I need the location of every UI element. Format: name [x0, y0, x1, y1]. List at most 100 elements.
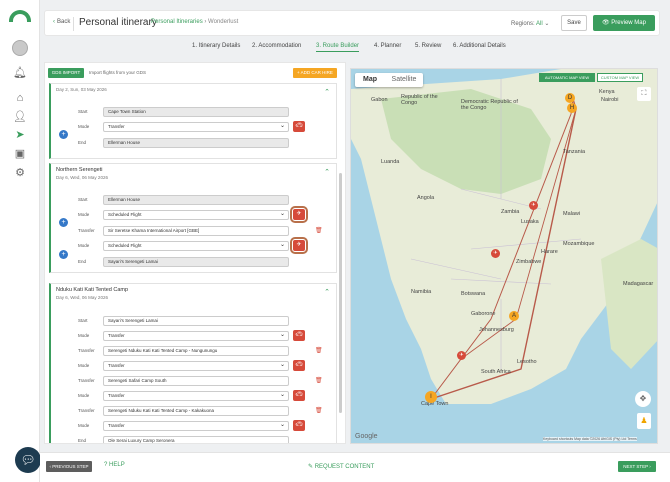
mode-label: Mode — [78, 363, 90, 368]
transfer-field[interactable]: Serengeti Nduku Kati Kati Tented Camp - … — [103, 346, 289, 356]
transfer-field[interactable]: Serengeti Nduku Kati Kati Tented Camp - … — [103, 406, 289, 416]
regions-value[interactable]: All — [536, 21, 543, 27]
map-label: Luanda — [381, 159, 400, 165]
save-button[interactable]: Save — [561, 15, 587, 31]
back-link[interactable]: ‹ Back — [53, 19, 70, 25]
chevron-up-icon[interactable]: ⌃ — [324, 88, 330, 96]
route-map[interactable]: Kenya Gabon Republic of the Congo Democr… — [350, 68, 658, 444]
map-type-toggle: Map Satellite — [355, 73, 423, 87]
map-label: Malawi — [563, 211, 581, 217]
users-icon[interactable]: 👤︎ — [13, 110, 27, 124]
previous-step-button[interactable]: ‹ PREVIOUS STEP — [46, 461, 92, 472]
add-stop-icon[interactable]: + — [59, 250, 68, 259]
map-label: Harare — [541, 249, 558, 255]
card-date: Day 6, Wed, 06 May 2026 — [56, 175, 108, 180]
mode-select[interactable]: Transfer — [103, 421, 289, 431]
plane-icon[interactable]: ✈ — [290, 206, 308, 223]
marker-a[interactable]: A — [509, 311, 519, 321]
map-tab-satellite[interactable]: Satellite — [385, 73, 423, 87]
scrollbar[interactable] — [339, 173, 342, 413]
start-field[interactable]: Cape Town Station — [103, 107, 289, 117]
marker-i[interactable]: I — [425, 391, 437, 403]
request-content-label: REQUEST CONTENT — [314, 464, 375, 470]
start-label: Start — [78, 109, 88, 114]
custom-map-view-button[interactable]: CUSTOM MAP VIEW — [597, 73, 643, 82]
tab-itinerary-details[interactable]: 1. Itinerary Details — [192, 43, 240, 49]
car-icon[interactable]: 🚗︎ — [293, 121, 305, 132]
mode-select[interactable]: Scheduled Flight — [103, 241, 289, 251]
car-icon[interactable]: 🚗︎ — [293, 360, 305, 371]
start-field[interactable]: Ellerman House — [103, 195, 289, 205]
add-stop-icon[interactable]: + — [59, 130, 68, 139]
gear-icon[interactable]: ⚙ — [13, 166, 27, 180]
map-label: Gabon — [371, 97, 388, 103]
send-icon[interactable]: ➤ — [13, 128, 27, 142]
pencil-icon: ✎ — [308, 464, 314, 470]
logo-icon[interactable] — [9, 10, 31, 22]
compass-icon[interactable]: ✥ — [635, 391, 651, 407]
mode-select[interactable]: Transfer — [103, 361, 289, 371]
mode-select[interactable]: Transfer — [103, 122, 289, 132]
marker-h[interactable]: H — [567, 103, 577, 113]
plane-marker-icon[interactable]: ✈ — [457, 351, 466, 360]
card-date: Day 2, Sun, 03 May 2026 — [56, 87, 107, 92]
request-content-link[interactable]: ✎ REQUEST CONTENT — [308, 463, 374, 470]
tab-route-builder[interactable]: 3. Route Builder — [316, 43, 360, 52]
help-link[interactable]: ? HELP — [104, 462, 125, 468]
map-label: Kenya — [599, 89, 615, 95]
chevron-up-icon[interactable]: ⌃ — [324, 288, 330, 296]
mode-select[interactable]: Transfer — [103, 331, 289, 341]
transfer-field[interactable]: Sir Seretse Khama International Airport … — [103, 226, 289, 236]
map-label: South Africa — [481, 369, 511, 375]
next-step-button[interactable]: NEXT STEP › — [618, 461, 656, 472]
trash-icon[interactable]: 🗑︎ — [315, 347, 323, 354]
mode-label: Mode — [78, 212, 90, 217]
plane-marker-icon[interactable]: ✈ — [491, 249, 500, 258]
end-label: End — [78, 438, 87, 443]
trash-icon[interactable]: 🗑︎ — [315, 407, 323, 414]
end-field[interactable]: Sayari's Serengeti Lamai — [103, 257, 289, 267]
regions-filter[interactable]: Regions: All ⌄ — [511, 20, 549, 27]
map-attribution[interactable]: Keyboard shortcuts Map data ©2026 AfriGI… — [543, 437, 637, 441]
trash-icon[interactable]: 🗑︎ — [315, 227, 323, 234]
mode-select[interactable]: Transfer — [103, 391, 289, 401]
add-car-hire-button[interactable]: + ADD CAR HIRE — [293, 68, 337, 78]
car-icon[interactable]: 🚗︎ — [293, 330, 305, 341]
transfer-field[interactable]: Serengeti Safari Camp South — [103, 376, 289, 386]
map-label: Cape Town — [421, 401, 449, 407]
street-view-icon[interactable]: ♟ — [637, 413, 651, 429]
avatar[interactable] — [12, 40, 28, 56]
tab-accommodation[interactable]: 2. Accommodation — [252, 43, 301, 49]
map-label: Lesotho — [517, 359, 537, 365]
chat-icon[interactable]: 💬︎ — [15, 447, 41, 473]
map-tab-map[interactable]: Map — [355, 73, 385, 87]
image-icon[interactable]: ▣ — [13, 147, 27, 161]
automatic-map-view-button[interactable]: AUTOMATIC MAP VIEW — [539, 73, 595, 82]
mode-select[interactable]: Scheduled Flight — [103, 210, 289, 220]
car-icon[interactable]: 🚗︎ — [293, 390, 305, 401]
add-stop-icon[interactable]: + — [59, 218, 68, 227]
route-card-1: Day 2, Sun, 03 May 2026 ⌃ Start Cape Tow… — [49, 83, 337, 159]
end-field[interactable]: Ole Serai Luxury Camp Seronera — [103, 436, 289, 443]
end-field[interactable]: Ellerman House — [103, 138, 289, 148]
plane-marker-icon[interactable]: ✈ — [529, 201, 538, 210]
bell-icon[interactable]: 🔔︎ — [13, 66, 27, 80]
breadcrumb-parent[interactable]: Personal Itineraries — [151, 19, 203, 25]
car-icon[interactable]: 🚗︎ — [293, 420, 305, 431]
preview-map-button[interactable]: 👁︎ Preview Map — [593, 15, 655, 31]
gds-import-button[interactable]: GDS IMPORT — [48, 68, 84, 78]
card-title: Nduku Kati Kati Tented Camp — [56, 287, 129, 293]
start-field[interactable]: Sayari's Serengeti Lamai — [103, 316, 289, 326]
step-tabs: 1. Itinerary Details 2. Accommodation 3.… — [44, 40, 660, 56]
plane-icon[interactable]: ✈ — [290, 237, 308, 254]
chevron-up-icon[interactable]: ⌃ — [324, 168, 330, 176]
trash-icon[interactable]: 🗑︎ — [315, 377, 323, 384]
marker-d[interactable]: D — [565, 93, 575, 103]
tab-review[interactable]: 5. Review — [415, 43, 441, 49]
tab-planner[interactable]: 4. Planner — [374, 43, 401, 49]
tab-additional-details[interactable]: 6. Additional Details — [453, 43, 506, 49]
fullscreen-icon[interactable]: ⛶ — [637, 87, 651, 101]
map-label: Madagascar — [623, 281, 654, 287]
chevron-left-icon: ‹ — [53, 19, 55, 25]
home-icon[interactable]: ⌂ — [13, 91, 27, 105]
